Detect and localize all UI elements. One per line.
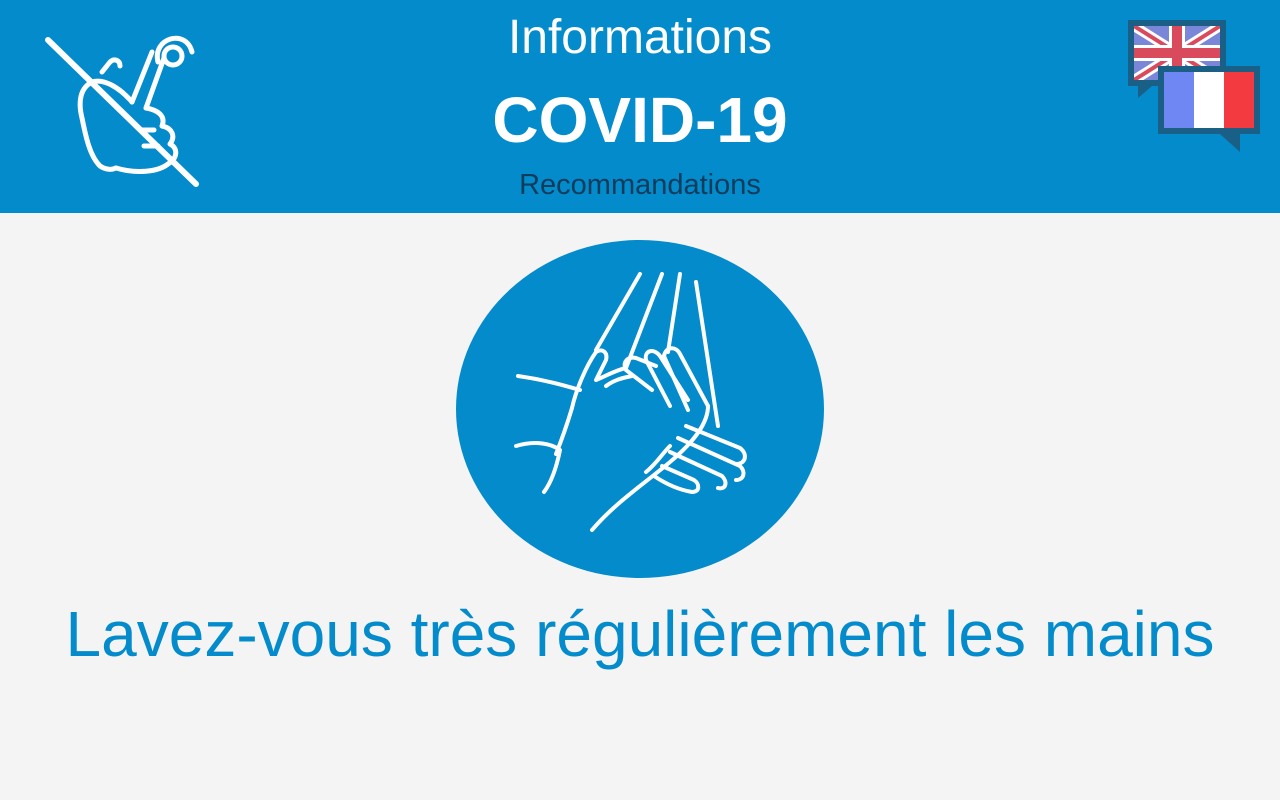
header-title-informations: Informations <box>507 11 773 64</box>
header-title-covid: COVID-19 <box>492 84 788 156</box>
header-subtitle: Recommandations <box>519 169 761 201</box>
language-switch-icon[interactable] <box>1124 18 1264 158</box>
hand-washing-icon <box>456 240 824 578</box>
header-banner: Informations COVID-19 Recommandations <box>0 0 1280 213</box>
recommendation-message: Lavez-vous très régulièrement les mains <box>65 598 1215 670</box>
